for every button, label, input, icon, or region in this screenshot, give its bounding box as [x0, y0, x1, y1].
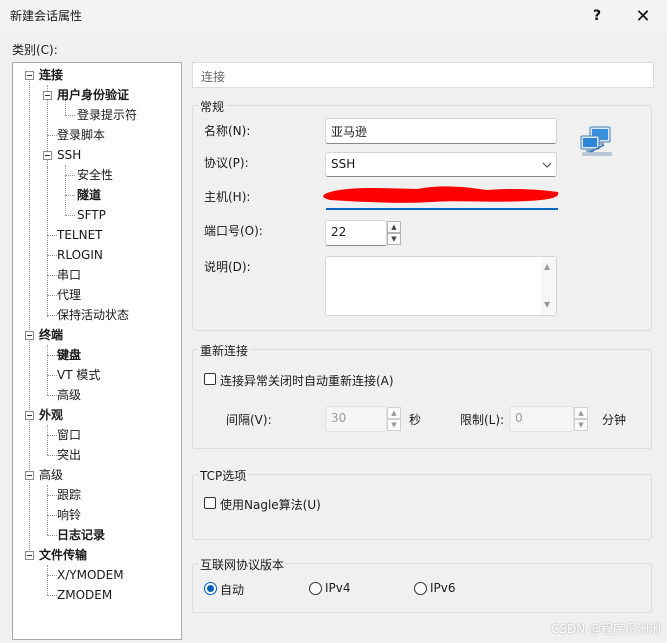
limit-up-icon[interactable]: ▲ [574, 407, 588, 419]
tree-item-security[interactable]: 安全性 [77, 165, 113, 185]
breadcrumb-text: 连接 [201, 70, 226, 84]
tree-item-user-auth[interactable]: 用户身份验证 [57, 85, 129, 105]
host-input-underline [326, 208, 558, 210]
tree-item-trace[interactable]: 跟踪 [57, 485, 81, 505]
description-label: 说明(D): [204, 260, 251, 274]
ip-version-legend: 互联网协议版本 [198, 556, 287, 573]
interval-label: 间隔(V): [226, 413, 272, 427]
general-legend: 常规 [198, 98, 227, 115]
close-button[interactable]: ✕ [620, 0, 666, 32]
category-tree[interactable]: 连接 用户身份验证 登录提示符 登录脚本 SSH 安全性 隧道 SFTP TEL… [12, 62, 182, 640]
tree-item-appearance[interactable]: 外观 [39, 405, 63, 425]
breadcrumb: 连接 [192, 62, 654, 88]
limit-input[interactable]: 0 [509, 406, 574, 432]
tree-item-ssh[interactable]: SSH [57, 145, 81, 165]
tree-item-terminal-advanced[interactable]: 高级 [57, 385, 81, 405]
tree-item-sftp[interactable]: SFTP [77, 205, 106, 225]
auto-reconnect-label: 连接异常关闭时自动重新连接(A) [220, 374, 394, 388]
collapse-terminal-icon[interactable] [25, 331, 34, 340]
ipv4-label: IPv4 [325, 581, 351, 595]
ip-auto-radio[interactable] [204, 582, 217, 595]
scroll-down-icon[interactable]: ▼ [544, 300, 550, 309]
tree-item-proxy[interactable]: 代理 [57, 285, 81, 305]
tree-item-rlogin[interactable]: RLOGIN [57, 245, 103, 265]
help-button[interactable]: ? [574, 0, 620, 32]
description-textarea[interactable] [325, 256, 557, 316]
tree-item-zmodem[interactable]: ZMODEM [57, 585, 112, 605]
nagle-label: 使用Nagle算法(U) [220, 498, 321, 512]
tree-item-file-transfer[interactable]: 文件传输 [39, 545, 87, 565]
collapse-ssh-icon[interactable] [43, 151, 52, 160]
tree-item-bell[interactable]: 响铃 [57, 505, 81, 525]
limit-unit: 分钟 [602, 413, 627, 427]
tree-item-terminal[interactable]: 终端 [39, 325, 63, 345]
ipv6-label: IPv6 [430, 581, 456, 595]
interval-unit: 秒 [409, 413, 422, 427]
redacted-host-value[interactable] [322, 182, 560, 204]
port-down-icon[interactable]: ▼ [387, 233, 401, 245]
host-label: 主机(H): [204, 190, 251, 204]
tree-item-tunnel[interactable]: 隧道 [77, 185, 101, 205]
name-label: 名称(N): [204, 124, 251, 138]
window-title: 新建会话属性 [10, 9, 83, 23]
protocol-select[interactable]: SSH [325, 152, 557, 177]
tree-item-keepalive[interactable]: 保持活动状态 [57, 305, 129, 325]
collapse-appearance-icon[interactable] [25, 411, 34, 420]
tcp-legend: TCP选项 [198, 467, 249, 484]
port-label: 端口号(O): [204, 224, 263, 238]
ipv4-radio[interactable] [309, 582, 322, 595]
category-label: 类别(C): [12, 43, 58, 57]
ip-auto-label: 自动 [220, 583, 245, 597]
interval-input[interactable]: 30 [325, 406, 387, 432]
tree-item-login-script[interactable]: 登录脚本 [57, 125, 105, 145]
name-input[interactable]: 亚马逊 [325, 118, 557, 144]
tree-item-xymodem[interactable]: X/YMODEM [57, 565, 124, 585]
tree-item-login-prompt[interactable]: 登录提示符 [77, 105, 137, 125]
port-up-icon[interactable]: ▲ [387, 221, 401, 233]
description-scrollbar[interactable]: ▲ ▼ [541, 257, 556, 315]
collapse-user-auth-icon[interactable] [43, 91, 52, 100]
tree-item-keyboard[interactable]: 键盘 [57, 345, 81, 365]
interval-up-icon[interactable]: ▲ [387, 407, 401, 419]
scroll-up-icon[interactable]: ▲ [544, 262, 550, 271]
tree-item-window[interactable]: 窗口 [57, 425, 81, 445]
tree-item-telnet[interactable]: TELNET [57, 225, 103, 245]
limit-label: 限制(L): [460, 413, 505, 427]
title-bar: 新建会话属性 ? ✕ [0, 0, 667, 32]
protocol-label: 协议(P): [204, 156, 249, 170]
collapse-advanced-icon[interactable] [25, 471, 34, 480]
network-computers-icon [580, 126, 612, 156]
collapse-connection-icon[interactable] [25, 71, 34, 80]
tree-item-serial[interactable]: 串口 [57, 265, 81, 285]
reconnect-legend: 重新连接 [198, 342, 251, 359]
auto-reconnect-checkbox[interactable] [204, 373, 216, 385]
ipv6-radio[interactable] [414, 582, 427, 595]
collapse-file-transfer-icon[interactable] [25, 551, 34, 560]
limit-down-icon[interactable]: ▼ [574, 419, 588, 431]
interval-down-icon[interactable]: ▼ [387, 419, 401, 431]
port-input[interactable]: 22 [325, 220, 387, 246]
tree-item-log[interactable]: 日志记录 [57, 525, 105, 545]
tree-item-connection[interactable]: 连接 [39, 65, 63, 85]
tree-item-highlight[interactable]: 突出 [57, 445, 81, 465]
reconnect-group [192, 349, 652, 449]
watermark: CSDN @程序员洲洲 [551, 622, 662, 636]
tree-item-vt-mode[interactable]: VT 模式 [57, 365, 100, 385]
chevron-down-icon [542, 162, 552, 168]
nagle-checkbox[interactable] [204, 497, 216, 509]
tree-item-advanced[interactable]: 高级 [39, 465, 63, 485]
